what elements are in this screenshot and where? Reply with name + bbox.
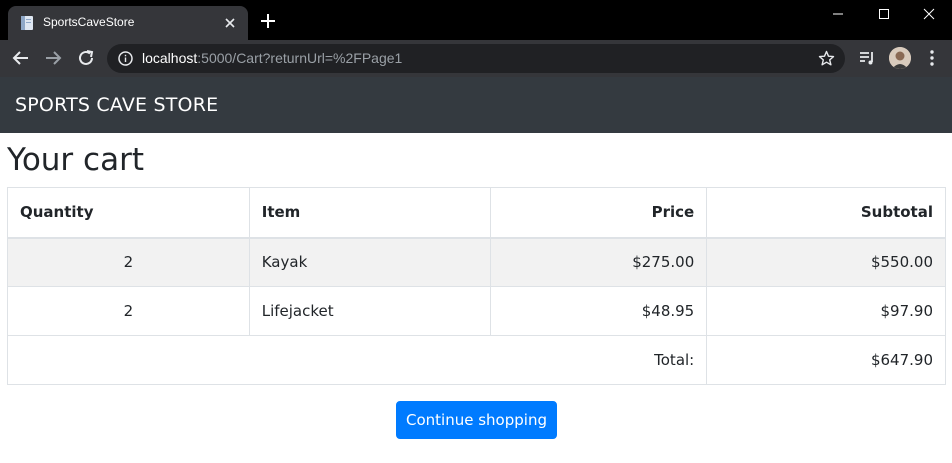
page-title: Your cart <box>7 142 144 178</box>
back-arrow-icon[interactable] <box>12 49 30 67</box>
media-playlist-icon[interactable] <box>858 49 876 67</box>
header-item: Item <box>248 187 492 239</box>
browser-titlebar: SportsCaveStore <box>0 0 952 40</box>
reload-icon[interactable] <box>77 49 95 67</box>
star-icon[interactable] <box>818 50 835 67</box>
minimize-icon[interactable] <box>815 0 861 28</box>
url-text[interactable]: localhost:5000/Cart?returnUrl=%2FPage1 <box>142 50 402 66</box>
total-label: Total: <box>6 335 708 385</box>
plus-icon[interactable] <box>259 12 277 30</box>
url-host: localhost <box>142 50 198 66</box>
document-icon <box>20 15 34 31</box>
url-path: :5000/Cart?returnUrl=%2FPage1 <box>197 50 403 66</box>
total-row: Total: $647.90 <box>6 335 946 385</box>
tab-title: SportsCaveStore <box>43 15 135 29</box>
navbar-brand[interactable]: SPORTS CAVE STORE <box>15 94 218 116</box>
cell-quantity: 2 <box>7 286 250 336</box>
avatar[interactable] <box>889 47 911 69</box>
table-row: 2 Kayak $275.00 $550.00 <box>7 237 946 287</box>
table-header-row: Quantity Item Price Subtotal <box>7 187 946 239</box>
cell-item: Kayak <box>248 237 492 287</box>
total-value: $647.90 <box>706 335 946 385</box>
cell-price: $48.95 <box>490 286 708 336</box>
address-bar[interactable]: localhost:5000/Cart?returnUrl=%2FPage1 <box>107 44 845 73</box>
cell-quantity: 2 <box>7 237 250 287</box>
cell-subtotal: $97.90 <box>706 286 946 336</box>
window-close-icon[interactable] <box>906 0 952 28</box>
browser-toolbar: localhost:5000/Cart?returnUrl=%2FPage1 <box>0 40 952 77</box>
cell-item: Lifejacket <box>248 286 492 336</box>
close-icon[interactable] <box>222 15 238 31</box>
header-quantity: Quantity <box>7 187 250 239</box>
forward-arrow-icon[interactable] <box>44 49 62 67</box>
info-icon[interactable] <box>118 51 133 66</box>
browser-tab[interactable]: SportsCaveStore <box>8 6 248 40</box>
cell-subtotal: $550.00 <box>706 237 946 287</box>
kebab-menu-icon[interactable] <box>926 49 938 67</box>
header-subtotal: Subtotal <box>706 187 946 239</box>
site-navbar: SPORTS CAVE STORE <box>0 77 952 133</box>
continue-shopping-button[interactable]: Continue shopping <box>396 401 557 439</box>
header-price: Price <box>490 187 708 239</box>
cart-table: Quantity Item Price Subtotal 2 Kayak $27… <box>6 187 946 385</box>
maximize-icon[interactable] <box>861 0 907 28</box>
cell-price: $275.00 <box>490 237 708 287</box>
table-row: 2 Lifejacket $48.95 $97.90 <box>7 286 946 336</box>
